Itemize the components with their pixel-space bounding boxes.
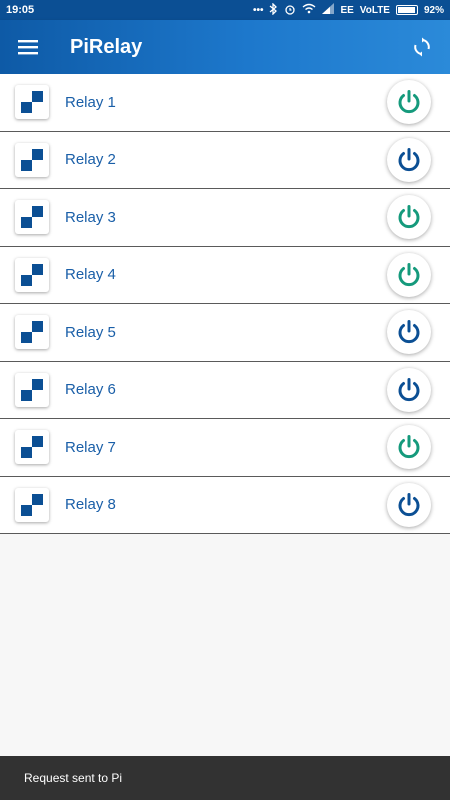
power-icon	[398, 147, 420, 171]
relay-board-icon	[15, 142, 49, 177]
relay-board-icon	[15, 200, 49, 235]
relay-row[interactable]: Relay 6	[0, 361, 450, 419]
wifi-icon	[302, 3, 316, 17]
relay-board-icon	[15, 487, 49, 522]
power-icon	[398, 435, 420, 459]
relay-list: Relay 1 Relay 2 Relay 3 Relay 4 Relay 5 Relay…	[0, 74, 450, 534]
status-time: 19:05	[6, 4, 35, 16]
relay-board-icon	[15, 257, 49, 292]
power-icon	[398, 205, 420, 229]
relay-label: Relay 6	[65, 381, 116, 399]
relay-row[interactable]: Relay 3	[0, 189, 450, 247]
relay-row[interactable]: Relay 5	[0, 304, 450, 362]
relay-label: Relay 1	[65, 93, 116, 111]
relay-row[interactable]: Relay 1	[0, 74, 450, 132]
bluetooth-icon	[269, 1, 278, 18]
carrier-label: EE	[340, 4, 354, 16]
relay-row[interactable]: Relay 2	[0, 131, 450, 189]
relay-label: Relay 7	[65, 438, 116, 456]
relay-label: Relay 4	[65, 266, 116, 284]
power-toggle-button[interactable]	[387, 252, 431, 297]
refresh-icon[interactable]	[394, 20, 450, 74]
app-title: PiRelay	[70, 35, 143, 58]
app-bar: PiRelay	[0, 20, 450, 74]
relay-board-icon	[15, 430, 49, 465]
snackbar-message: Request sent to Pi	[24, 771, 123, 785]
power-toggle-button[interactable]	[387, 80, 431, 125]
power-toggle-button[interactable]	[387, 137, 431, 182]
power-icon	[398, 262, 420, 286]
power-toggle-button[interactable]	[387, 367, 431, 412]
battery-percent: 92%	[423, 4, 444, 16]
notification-dots: •••	[252, 4, 264, 16]
network-type-label: VoLTE	[359, 4, 390, 16]
battery-icon	[395, 5, 418, 15]
relay-label: Relay 2	[65, 151, 116, 169]
power-toggle-button[interactable]	[387, 425, 431, 470]
status-icons: ••• EE VoLTE 92%	[252, 1, 444, 18]
relay-label: Relay 5	[65, 323, 116, 341]
power-icon	[398, 320, 420, 344]
power-toggle-button[interactable]	[387, 195, 431, 240]
relay-board-icon	[15, 315, 49, 350]
relay-board-icon	[15, 372, 49, 407]
status-bar: 19:05 ••• EE VoLTE 92%	[0, 0, 450, 20]
relay-label: Relay 8	[65, 496, 116, 514]
power-toggle-button[interactable]	[387, 482, 431, 527]
alarm-icon	[284, 3, 296, 18]
relay-row[interactable]: Relay 8	[0, 476, 450, 534]
snackbar: Request sent to Pi	[0, 756, 450, 800]
relay-row[interactable]: Relay 4	[0, 246, 450, 304]
relay-row[interactable]: Relay 7	[0, 419, 450, 477]
power-toggle-button[interactable]	[387, 310, 431, 355]
signal-icon	[322, 3, 335, 17]
power-icon	[398, 90, 420, 114]
relay-label: Relay 3	[65, 208, 116, 226]
power-icon	[398, 492, 420, 516]
power-icon	[398, 377, 420, 401]
relay-board-icon	[15, 85, 49, 120]
hamburger-icon[interactable]	[0, 20, 56, 74]
